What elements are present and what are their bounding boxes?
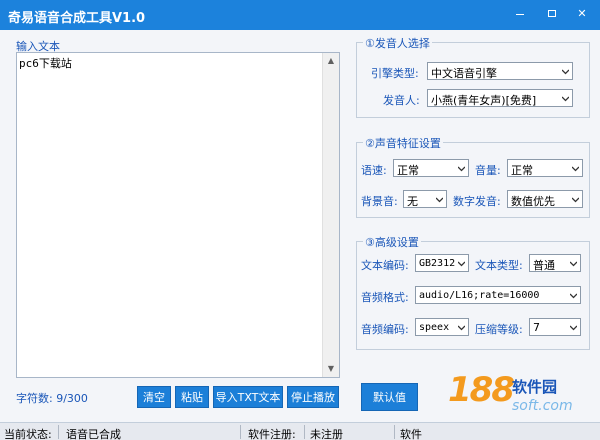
watermark-name: 软件园 [512, 378, 558, 396]
vertical-scrollbar[interactable]: ▲ ▼ [322, 53, 339, 377]
chevron-down-icon [458, 260, 465, 267]
engine-type-select[interactable]: 中文语音引擎 [427, 62, 573, 80]
text-type-label: 文本类型: [475, 259, 523, 272]
status-divider [240, 425, 241, 439]
volume-label: 音量: [475, 164, 501, 177]
text-type-select[interactable]: 普通 [529, 254, 581, 272]
paste-button[interactable]: 粘贴 [175, 386, 209, 408]
text-encoding-label: 文本编码: [361, 259, 409, 272]
window-title: 奇易语音合成工具V1.0 [8, 11, 146, 26]
volume-value: 正常 [511, 164, 533, 177]
app-window: 奇易语音合成工具V1.0 ✕ 输入文本 pc6下载站 ▲ ▼ 字符数: 9/30… [0, 0, 600, 440]
status-state-label: 当前状态: [4, 428, 52, 440]
compression-level-select[interactable]: 7 [529, 318, 581, 336]
import-txt-button[interactable]: 导入TXT文本 [213, 386, 283, 408]
voice-select[interactable]: 小燕(青年女声)[免费] [427, 89, 573, 107]
chevron-down-icon [572, 196, 579, 203]
maximize-button[interactable] [540, 4, 564, 24]
watermark-domain: soft.com [512, 398, 573, 414]
title-bar[interactable]: 奇易语音合成工具V1.0 ✕ [0, 0, 600, 30]
status-extra-label: 软件 [400, 428, 422, 440]
advanced-group-title: ③高级设置 [363, 234, 421, 250]
maximize-icon [548, 10, 556, 17]
speaker-group: ①发音人选择 引擎类型: 中文语音引擎 发音人: 小燕(青年女声)[免费] [356, 35, 590, 118]
text-input-content[interactable]: pc6下载站 [19, 55, 321, 71]
status-divider [394, 425, 395, 439]
chevron-down-icon [572, 165, 579, 172]
chevron-down-icon [562, 95, 569, 102]
engine-type-value: 中文语音引擎 [431, 67, 497, 80]
text-encoding-select[interactable]: GB2312 [415, 254, 469, 272]
chevron-down-icon [562, 68, 569, 75]
scroll-down-icon[interactable]: ▼ [323, 361, 339, 377]
background-sound-label: 背景音: [361, 195, 398, 208]
voice-features-group: ②声音特征设置 语速: 正常 音量: 正常 背景音: 无 数字发音: 数值优先 [356, 135, 590, 218]
status-divider [58, 425, 59, 439]
status-state-value: 语音已合成 [66, 428, 121, 440]
chevron-down-icon [458, 324, 465, 331]
status-bar: 当前状态: 语音已合成 软件注册: 未注册 软件 [0, 422, 600, 440]
text-encoding-value: GB2312 [419, 258, 456, 269]
char-count: 字符数: 9/300 [16, 392, 88, 405]
engine-type-label: 引擎类型: [371, 67, 419, 80]
default-values-button[interactable]: 默认值 [361, 383, 418, 411]
speed-label: 语速: [361, 164, 387, 177]
chevron-down-icon [570, 324, 577, 331]
chevron-down-icon [458, 165, 465, 172]
background-sound-value: 无 [407, 195, 418, 208]
voice-label: 发音人: [383, 94, 420, 107]
status-registration-label: 软件注册: [248, 428, 296, 440]
voice-value: 小燕(青年女声)[免费] [431, 94, 537, 107]
advanced-group: ③高级设置 文本编码: GB2312 文本类型: 普通 音频格式: audio/… [356, 234, 590, 350]
text-input-area[interactable]: pc6下载站 ▲ ▼ [16, 52, 340, 378]
audio-codec-value: speex [419, 322, 450, 333]
speaker-group-title: ①发音人选择 [363, 35, 432, 51]
close-button[interactable]: ✕ [570, 4, 594, 24]
audio-codec-select[interactable]: speex [415, 318, 469, 336]
status-registration-value: 未注册 [310, 428, 343, 440]
minimize-icon [516, 14, 524, 15]
audio-codec-label: 音频编码: [361, 323, 409, 336]
text-type-value: 普通 [533, 259, 555, 272]
chevron-down-icon [436, 196, 443, 203]
audio-format-label: 音频格式: [361, 291, 409, 304]
audio-format-value: audio/L16;rate=16000 [419, 290, 540, 301]
status-divider [304, 425, 305, 439]
compression-level-label: 压缩等级: [475, 323, 523, 336]
speed-select[interactable]: 正常 [393, 159, 469, 177]
compression-level-value: 7 [533, 321, 540, 334]
clear-button[interactable]: 清空 [137, 386, 171, 408]
chevron-down-icon [570, 292, 577, 299]
audio-format-select[interactable]: audio/L16;rate=16000 [415, 286, 581, 304]
volume-select[interactable]: 正常 [507, 159, 583, 177]
stop-playback-button[interactable]: 停止播放 [287, 386, 339, 408]
watermark-logo: 188 软件园 soft.com [430, 370, 600, 422]
watermark-number: 188 [448, 370, 515, 410]
speed-value: 正常 [397, 164, 419, 177]
scroll-up-icon[interactable]: ▲ [323, 53, 339, 69]
digit-pronunciation-label: 数字发音: [453, 195, 501, 208]
close-icon: ✕ [577, 7, 587, 20]
chevron-down-icon [570, 260, 577, 267]
digit-pronunciation-value: 数值优先 [511, 195, 555, 208]
voice-features-group-title: ②声音特征设置 [363, 135, 443, 151]
minimize-button[interactable] [508, 4, 532, 24]
background-sound-select[interactable]: 无 [403, 190, 447, 208]
digit-pronunciation-select[interactable]: 数值优先 [507, 190, 583, 208]
